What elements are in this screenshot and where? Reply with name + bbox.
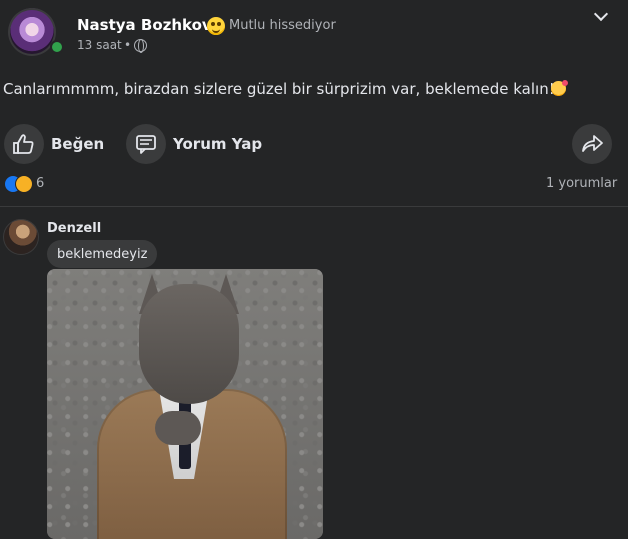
like-button[interactable]: Beğen (51, 135, 104, 153)
feeling-text: Mutlu hissediyor (229, 18, 336, 33)
comments-count[interactable]: 1 yorumlar (546, 176, 617, 191)
reaction-count[interactable]: 6 (36, 176, 44, 191)
wow-reaction-icon (15, 175, 33, 193)
globe-icon (134, 39, 147, 53)
like-button-icon[interactable] (4, 124, 44, 164)
image-head (139, 284, 239, 404)
post-text: Canlarımmmm, birazdan sizlere güzel bir … (3, 80, 555, 98)
comment-bubble: beklemedeyiz (47, 240, 158, 268)
commenter-avatar[interactable] (3, 219, 39, 255)
author-name[interactable]: Nastya Bozhkov (77, 16, 212, 34)
author-avatar[interactable] (8, 8, 56, 56)
post-time[interactable]: 13 saat (77, 38, 122, 52)
time-separator: • (124, 38, 132, 52)
kiss-emoji-icon (551, 81, 566, 96)
comment-button[interactable]: Yorum Yap (173, 135, 262, 153)
image-paw (155, 411, 201, 445)
share-icon (582, 135, 603, 152)
online-status-dot (50, 40, 64, 54)
chevron-down-icon[interactable] (593, 6, 609, 22)
reactions-icons[interactable] (4, 175, 34, 193)
comment-button-icon[interactable] (126, 124, 166, 164)
commenter-name[interactable]: Denzell (47, 221, 101, 236)
share-button[interactable] (572, 124, 612, 164)
comment-text: beklemedeyiz (57, 246, 148, 262)
happy-face-icon (207, 17, 225, 35)
divider (0, 206, 628, 207)
comment-image[interactable] (47, 269, 323, 539)
